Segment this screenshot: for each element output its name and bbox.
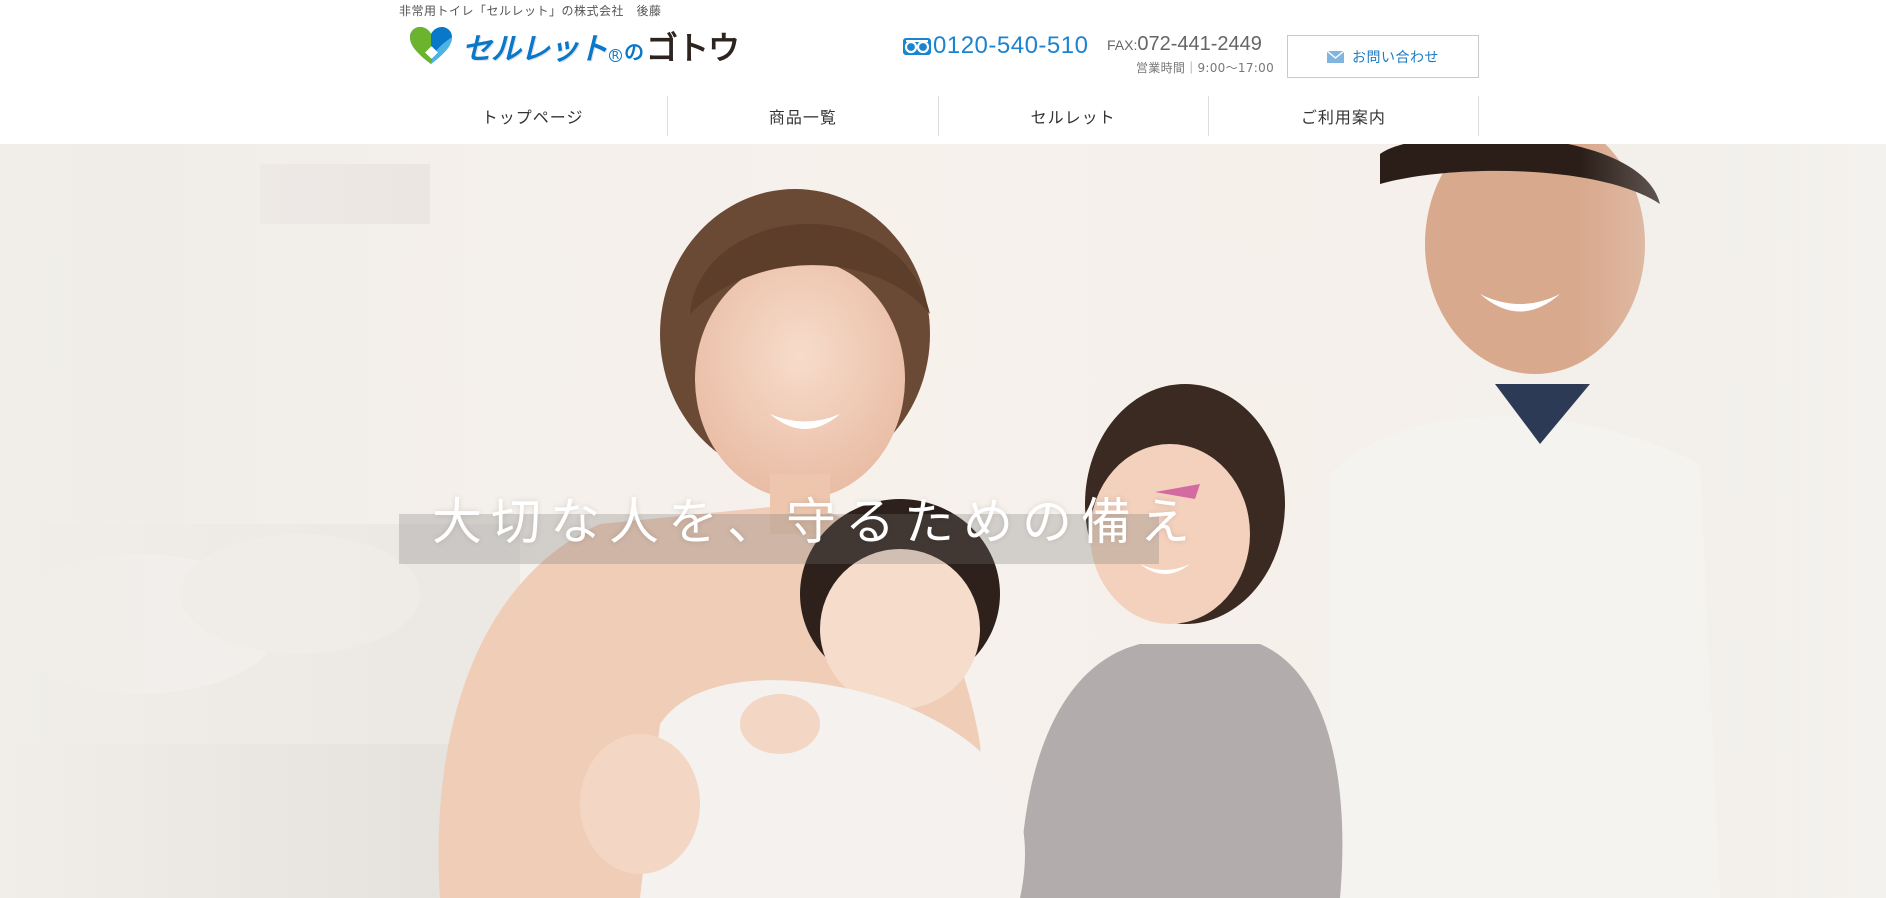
fax-number: 072-441-2449 xyxy=(1137,33,1262,55)
logo-connector: の xyxy=(624,40,644,64)
registered-mark: R xyxy=(609,49,622,62)
fax-contact: FAX:072-441-2449 xyxy=(1107,33,1262,56)
nav-item-guide[interactable]: ご利用案内 xyxy=(1209,96,1479,136)
nav-item-top[interactable]: トップページ xyxy=(398,96,669,136)
hero-caption: 大切な人を、守るための備え xyxy=(432,493,1199,551)
site-header: 非常用トイレ「セルレット」の株式会社 後藤 セルレット R の ゴトウ 0120… xyxy=(0,0,1886,144)
main-nav: トップページ 商品一覧 セルレット ご利用案内 xyxy=(398,96,1479,136)
logo-brand-text: セルレット xyxy=(462,32,608,67)
business-hours: 営業時間｜9:00〜17:00 xyxy=(1135,61,1274,75)
mail-icon xyxy=(1327,50,1344,63)
header-tagline: 非常用トイレ「セルレット」の株式会社 後藤 xyxy=(399,4,662,18)
phone-number[interactable]: 0120-540-510 xyxy=(933,32,1088,60)
hero-banner: 大切な人を、守るための備え xyxy=(0,144,1886,898)
phone-contact[interactable]: 0120-540-510 xyxy=(903,32,1088,60)
contact-button-label: お問い合わせ xyxy=(1352,49,1439,66)
free-dial-icon xyxy=(903,37,931,55)
site-logo[interactable]: セルレット R の ゴトウ xyxy=(408,26,740,67)
nav-item-products[interactable]: 商品一覧 xyxy=(668,96,939,136)
heart-logo-icon xyxy=(410,27,452,64)
nav-item-cellet[interactable]: セルレット xyxy=(939,96,1209,136)
logo-company-text: ゴトウ xyxy=(646,29,740,67)
contact-button[interactable]: お問い合わせ xyxy=(1287,35,1479,78)
fax-label: FAX: xyxy=(1107,37,1138,53)
